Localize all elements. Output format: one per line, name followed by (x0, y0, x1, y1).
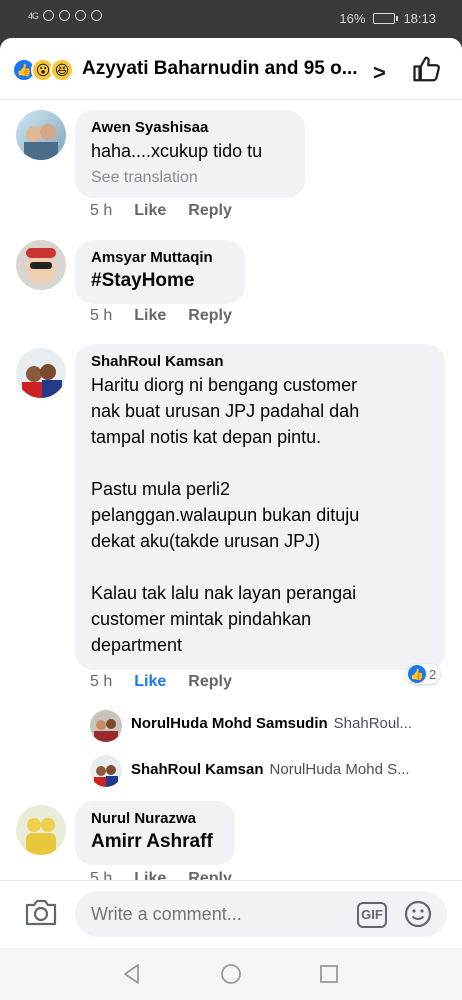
comment-bubble[interactable]: ShahRoul Kamsan Haritu diorg ni bengang … (75, 344, 445, 670)
gif-button[interactable]: GIF (357, 902, 387, 928)
reactions-header[interactable]: 👍 😮 😆 Azyyati Baharnudin and 95 o... > (0, 38, 462, 100)
comment-text: Haritu diorg ni bengang customer nak bua… (91, 375, 360, 655)
like-button[interactable]: Like (134, 870, 166, 880)
reaction-count-badge[interactable]: 👍 2 (406, 664, 441, 684)
notification-icon (59, 10, 71, 21)
reply-preview: NorulHuda Mohd S... (269, 761, 410, 778)
reaction-icons: 👍 😮 😆 (12, 58, 74, 82)
whatsapp-icon (75, 10, 87, 21)
camera-icon[interactable] (24, 897, 58, 927)
status-bar: 4G 16% 18:13 (0, 0, 462, 38)
comment-text[interactable]: #StayHome (91, 268, 231, 294)
comments-sheet: 👍 😮 😆 Azyyati Baharnudin and 95 o... > A… (0, 38, 462, 948)
recents-icon[interactable] (317, 962, 341, 986)
comment-author[interactable]: Amsyar Muttaqin (91, 248, 231, 268)
avatar[interactable] (16, 110, 66, 160)
comment-bubble[interactable]: Nurul Nurazwa Amirr Ashraff (75, 801, 235, 865)
avatar[interactable] (16, 805, 66, 855)
see-translation-link[interactable]: See translation (91, 166, 291, 190)
like-button[interactable]: Like (134, 673, 166, 691)
comment-time: 5 h (90, 202, 113, 219)
comment-actions: 5 h Like Reply (90, 673, 232, 691)
reply-item[interactable]: ShahRoul Kamsan NorulHuda Mohd S... (131, 761, 451, 778)
comment-list[interactable]: Awen Syashisaa haha....xcukup tido tu Se… (0, 100, 462, 880)
like-button[interactable]: Like (134, 202, 166, 220)
comment-author[interactable]: Awen Syashisaa (91, 118, 291, 138)
comment-actions: 5 h Like Reply (90, 307, 232, 325)
like-button[interactable]: Like (134, 307, 166, 325)
reply-item[interactable]: NorulHuda Mohd Samsudin ShahRoul... (131, 715, 451, 732)
reply-author[interactable]: NorulHuda Mohd Samsudin (131, 715, 328, 732)
comment-actions: 5 h Like Reply (90, 202, 232, 220)
comment-time: 5 h (90, 673, 113, 690)
reaction-count: 2 (429, 666, 437, 682)
battery-percent: 16% (339, 11, 366, 26)
emoji-icon[interactable] (403, 899, 433, 929)
avatar[interactable] (16, 240, 66, 290)
system-nav-bar (0, 948, 462, 1000)
comment-bubble[interactable]: Awen Syashisaa haha....xcukup tido tu Se… (75, 110, 305, 198)
comment-actions: 5 h Like Reply (90, 870, 232, 880)
comment-time: 5 h (90, 870, 113, 880)
reactions-label[interactable]: Azyyati Baharnudin and 95 o... (82, 58, 358, 80)
alarm-icon (43, 10, 55, 21)
comment-author[interactable]: ShahRoul Kamsan (91, 352, 431, 372)
like-icon: 👍 (408, 665, 426, 683)
avatar[interactable] (16, 348, 66, 398)
home-icon[interactable] (219, 962, 243, 986)
signal-icon: 4G (28, 10, 39, 21)
battery-icon (373, 13, 399, 24)
chevron-right-icon[interactable]: > (373, 60, 386, 86)
comment-composer: GIF (0, 880, 462, 948)
comment-bubble[interactable]: Amsyar Muttaqin #StayHome (75, 240, 245, 304)
avatar[interactable] (90, 755, 122, 787)
reply-author[interactable]: ShahRoul Kamsan (131, 761, 264, 778)
avatar[interactable] (90, 710, 122, 742)
reply-button[interactable]: Reply (188, 870, 232, 880)
comment-author[interactable]: Nurul Nurazwa (91, 809, 221, 829)
back-icon[interactable] (120, 962, 144, 986)
comment-text[interactable]: Amirr Ashraff (91, 829, 221, 855)
reply-button[interactable]: Reply (188, 202, 232, 220)
like-outline-icon[interactable] (412, 54, 442, 84)
comment-time: 5 h (90, 307, 113, 324)
comment-text: haha....xcukup tido tu (91, 141, 263, 161)
reply-button[interactable]: Reply (188, 307, 232, 325)
reply-preview: ShahRoul... (333, 715, 413, 732)
haha-icon: 😆 (50, 58, 74, 82)
comment-input[interactable] (75, 891, 447, 937)
clock: 18:13 (403, 11, 436, 26)
play-icon (91, 10, 103, 21)
reply-button[interactable]: Reply (188, 673, 232, 691)
